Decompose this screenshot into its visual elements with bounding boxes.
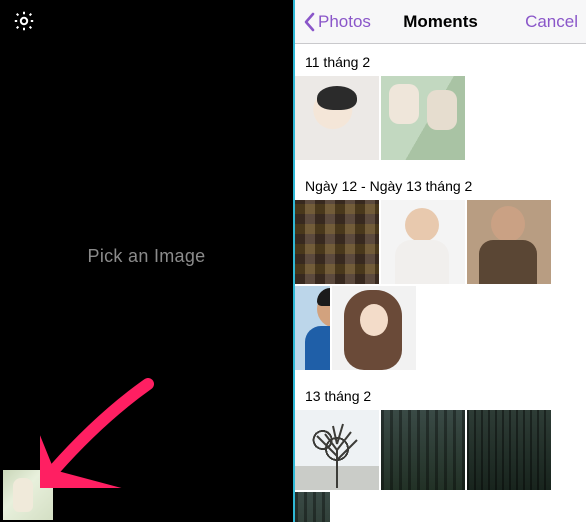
- photo-thumbnail[interactable]: [381, 200, 465, 284]
- settings-icon[interactable]: [12, 9, 36, 38]
- section-header: 13 tháng 2: [295, 378, 586, 410]
- photo-thumbnail[interactable]: [381, 410, 465, 490]
- moments-scroll[interactable]: 11 tháng 2 Ngày 12 - Ngày 13 tháng 2 13 …: [295, 44, 586, 522]
- photo-picker-panel: Photos Moments Cancel 11 tháng 2 Ngày 12…: [293, 0, 586, 522]
- section-header: 11 tháng 2: [295, 44, 586, 76]
- photo-grid: [295, 200, 586, 378]
- photo-thumbnail[interactable]: [295, 286, 330, 370]
- chevron-left-icon: [303, 12, 315, 32]
- pick-image-prompt: Pick an Image: [88, 246, 206, 267]
- back-label: Photos: [318, 12, 371, 32]
- photo-grid: [295, 76, 586, 168]
- photo-thumbnail[interactable]: [467, 410, 551, 490]
- picker-navbar: Photos Moments Cancel: [295, 0, 586, 44]
- cancel-button[interactable]: Cancel: [525, 12, 578, 32]
- photo-thumbnail[interactable]: [332, 286, 416, 370]
- section-header: Ngày 12 - Ngày 13 tháng 2: [295, 168, 586, 200]
- back-button[interactable]: Photos: [303, 12, 371, 32]
- editor-panel: Pick an Image: [0, 0, 293, 522]
- photo-thumbnail[interactable]: [295, 200, 379, 284]
- editor-toolbar: [0, 0, 293, 46]
- editor-bottom-bar: [0, 467, 293, 522]
- photo-thumbnail[interactable]: [295, 410, 379, 490]
- photo-thumbnail[interactable]: [295, 492, 330, 522]
- open-photo-picker-button[interactable]: [3, 470, 53, 520]
- photo-thumbnail[interactable]: [295, 76, 379, 160]
- photo-thumbnail[interactable]: [381, 76, 465, 160]
- photo-grid: [295, 410, 586, 522]
- photo-thumbnail[interactable]: [467, 200, 551, 284]
- editor-canvas[interactable]: Pick an Image: [0, 46, 293, 467]
